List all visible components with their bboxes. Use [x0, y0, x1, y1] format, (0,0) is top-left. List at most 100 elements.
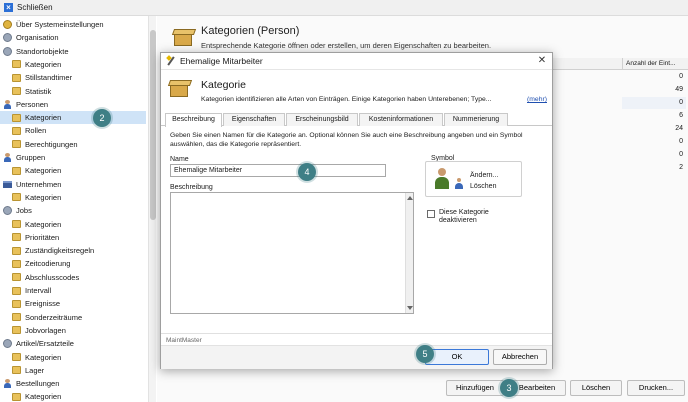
deactivate-label: Diese Kategorie deaktivieren	[439, 209, 489, 224]
folder-icon	[12, 286, 21, 295]
page-subtitle: Entsprechende Kategorie öffnen oder erst…	[201, 41, 492, 50]
sidebar-item-label: Standortobjekte	[16, 46, 69, 56]
sidebar-item-label: Stillstandtimer	[25, 73, 73, 83]
sidebar-item-label: Gruppen	[16, 153, 46, 162]
group-icon	[3, 153, 12, 162]
sidebar-item[interactable]: Kategorien	[0, 164, 61, 177]
sidebar-item-label: Kategorien	[25, 352, 62, 362]
sidebar-item[interactable]: Rollen	[0, 124, 46, 137]
dialog-header-subtitle: Kategorien identifizieren alle Arten von…	[201, 96, 492, 103]
sidebar-item[interactable]: Kategorien	[0, 191, 61, 204]
sidebar-item[interactable]: Sonderzeiträume	[0, 311, 82, 324]
sidebar-item-label: Jobvorlagen	[25, 325, 66, 335]
dialog-header-title: Kategorie	[201, 79, 246, 91]
sidebar-item[interactable]: Zeitcodierung	[0, 257, 70, 270]
symbol-change-link[interactable]: Ändern...	[470, 172, 498, 179]
sidebar-item[interactable]: Zuständigkeitsregeln	[0, 244, 94, 257]
sidebar-item[interactable]: Bestellungen	[0, 377, 59, 390]
sidebar-item[interactable]: Kategorien	[0, 58, 61, 71]
gear-icon	[3, 339, 12, 349]
sidebar-item[interactable]: Lager	[0, 364, 44, 377]
sidebar-scroll-thumb[interactable]	[150, 30, 156, 220]
folder-icon	[12, 140, 21, 149]
sidebar-item[interactable]: Jobvorlagen	[0, 324, 66, 337]
wand-icon	[166, 56, 176, 66]
gear-icon	[3, 46, 12, 56]
sidebar-item[interactable]: Jobs	[0, 204, 32, 217]
symbol-delete-link[interactable]: Löschen	[470, 183, 496, 190]
tab-kosteninformationen[interactable]: Kosteninformationen	[359, 113, 443, 126]
sidebar-item[interactable]: Personen	[0, 98, 48, 111]
count-cell: 0	[622, 97, 686, 109]
sidebar-item[interactable]: Stillstandtimer	[0, 71, 72, 84]
more-link[interactable]: (mehr)	[527, 96, 547, 103]
folder-icon	[12, 113, 21, 122]
sidebar-item-label: Zuständigkeitsregeln	[25, 246, 95, 256]
deactivate-option[interactable]: Diese Kategorie deaktivieren	[427, 209, 527, 225]
count-cell: 0	[679, 151, 683, 158]
column-header-count[interactable]: Anzahl der Eint...	[622, 58, 688, 70]
add-button[interactable]: Hinzufügen	[446, 380, 504, 396]
step-marker-5: 5	[416, 345, 434, 363]
top-bar: × Schließen	[0, 0, 688, 16]
count-cell: 24	[675, 125, 683, 132]
tab-nummerierung[interactable]: Nummerierung	[444, 113, 508, 126]
sidebar-item[interactable]: Abschlusscodes	[0, 271, 79, 284]
category-dialog: Ehemalige Mitarbeiter ✕ Kategorie Katego…	[160, 52, 553, 369]
folder-icon	[12, 126, 21, 135]
name-input[interactable]: Ehemalige Mitarbeiter	[170, 164, 386, 177]
beschreibung-label: Beschreibung	[170, 184, 213, 191]
count-cell: 2	[679, 164, 683, 171]
sidebar-item[interactable]: Gruppen	[0, 151, 45, 164]
folder-icon	[12, 326, 21, 335]
sidebar-item[interactable]: Artikel/Ersatzteile	[0, 337, 74, 350]
sidebar-item[interactable]: Statistik	[0, 85, 51, 98]
folder-icon	[12, 87, 21, 95]
count-cell: 0	[679, 73, 683, 80]
sidebar-item[interactable]: Kategorien	[0, 390, 61, 402]
sidebar-item[interactable]: Kategorien	[0, 111, 146, 125]
sidebar-item[interactable]: Kategorien	[0, 351, 61, 364]
tab-description: Geben Sie einen Namen für die Kategorie …	[170, 132, 523, 148]
sidebar-item[interactable]: Ereignisse	[0, 297, 60, 310]
footer-divider	[161, 333, 552, 334]
step-marker-4: 4	[298, 163, 316, 181]
person-small-icon	[454, 178, 464, 189]
person-icon	[3, 379, 12, 389]
folder-icon	[12, 366, 21, 375]
sidebar-item[interactable]: Unternehmen	[0, 178, 61, 191]
close-x-icon[interactable]: ×	[4, 3, 13, 12]
folder-icon	[12, 392, 21, 401]
scroll-up-icon[interactable]	[407, 196, 413, 200]
sidebar-item-label: Intervall	[25, 286, 52, 295]
beschreibung-textarea[interactable]	[170, 192, 414, 314]
ok-button[interactable]: OK	[425, 349, 489, 365]
delete-button[interactable]: Löschen	[570, 380, 622, 396]
deactivate-checkbox[interactable]	[427, 210, 435, 218]
tab-eigenschaften[interactable]: Eigenschaften	[223, 113, 285, 126]
step-marker-3: 3	[500, 379, 518, 397]
sidebar-item[interactable]: Standortobjekte	[0, 45, 69, 58]
sidebar-item[interactable]: Über Systemeinstellungen	[0, 18, 104, 31]
sidebar-item-label: Kategorien	[25, 392, 62, 402]
dialog-close-icon[interactable]: ✕	[536, 55, 548, 67]
sidebar-item[interactable]: Prioritäten	[0, 231, 59, 244]
scroll-down-icon[interactable]	[407, 306, 413, 310]
folder-icon	[12, 60, 21, 69]
print-button[interactable]: Drucken...	[627, 380, 685, 396]
dialog-footer: OK Abbrechen	[161, 345, 552, 369]
sidebar-scrollbar[interactable]	[148, 16, 156, 402]
person-icon	[3, 99, 12, 109]
sidebar-item[interactable]: Kategorien	[0, 218, 61, 231]
cancel-button[interactable]: Abbrechen	[493, 349, 547, 365]
tab-erscheinungsbild[interactable]: Erscheinungsbild	[286, 113, 358, 126]
sidebar-item-label: Bestellungen	[16, 379, 60, 389]
tab-beschreibung[interactable]: Beschreibung	[165, 113, 222, 127]
close-label[interactable]: Schließen	[17, 3, 53, 12]
sidebar-item-label: Personen	[16, 99, 49, 109]
sidebar-item[interactable]: Intervall	[0, 284, 51, 297]
count-cell: 6	[679, 112, 683, 119]
sidebar-item[interactable]: Berechtigungen	[0, 138, 78, 151]
sidebar-item[interactable]: Organisation	[0, 31, 59, 44]
textarea-scrollbar[interactable]	[405, 193, 413, 313]
